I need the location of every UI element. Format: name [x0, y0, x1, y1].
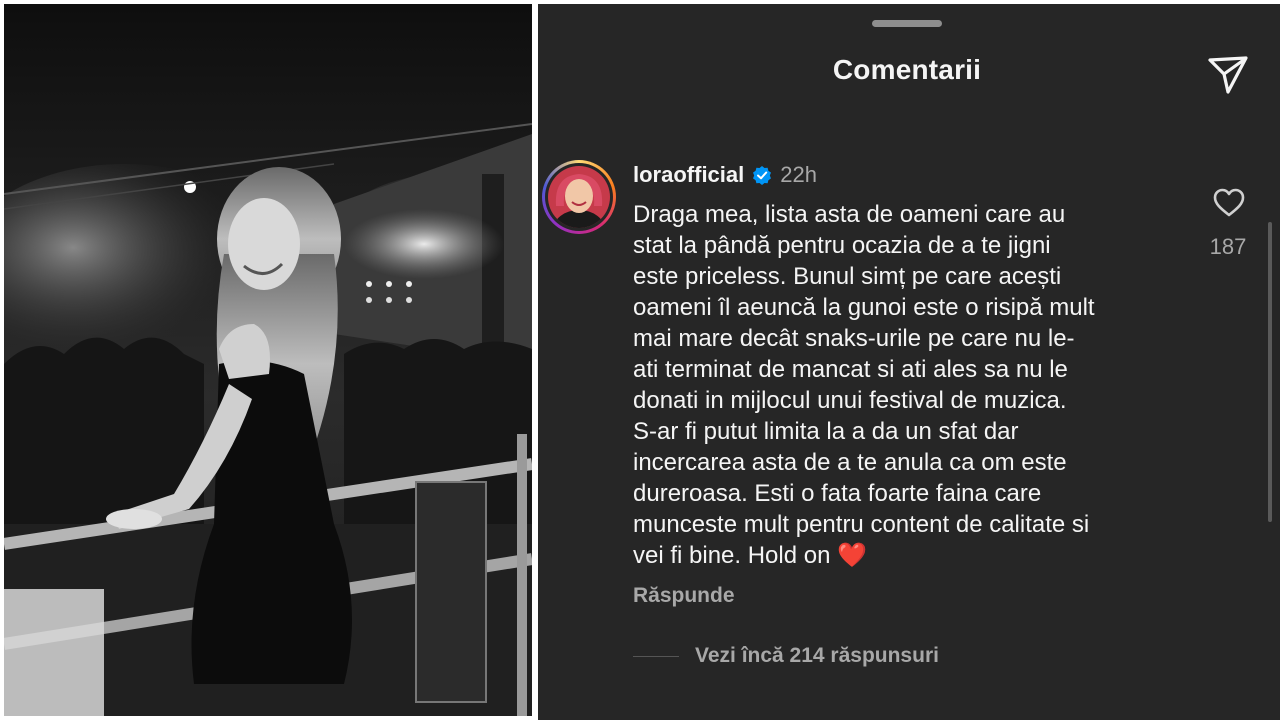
- drag-handle[interactable]: [872, 20, 942, 27]
- concert-photo-illustration: [4, 4, 532, 716]
- verified-badge-icon: [753, 166, 772, 185]
- post-photo: [4, 4, 532, 716]
- username[interactable]: loraofficial: [633, 162, 744, 188]
- panel-title: Comentarii: [832, 54, 982, 85]
- reply-button[interactable]: Răspunde: [633, 584, 735, 608]
- send-icon[interactable]: [1206, 52, 1250, 96]
- scrollbar[interactable]: [1268, 222, 1272, 522]
- like-count: 187: [1209, 234, 1247, 259]
- avatar-image: [548, 166, 610, 228]
- comments-panel: Comentarii loraofficial 22h Draga mea, l…: [538, 4, 1280, 720]
- like-button[interactable]: [1212, 186, 1246, 220]
- heart-emoji: ❤️: [837, 542, 868, 569]
- heart-icon: [1213, 188, 1245, 217]
- timestamp: 22h: [780, 162, 817, 187]
- view-replies-button[interactable]: Vezi încă 214 răspunsuri: [695, 644, 939, 668]
- avatar[interactable]: [542, 160, 616, 234]
- comment-text-body: Draga mea, lista asta de oameni care au …: [633, 201, 1095, 569]
- replies-divider: [633, 656, 679, 657]
- comment-meta: loraofficial 22h: [633, 160, 817, 190]
- comment-text: Draga mea, lista asta de oameni care au …: [633, 199, 1193, 571]
